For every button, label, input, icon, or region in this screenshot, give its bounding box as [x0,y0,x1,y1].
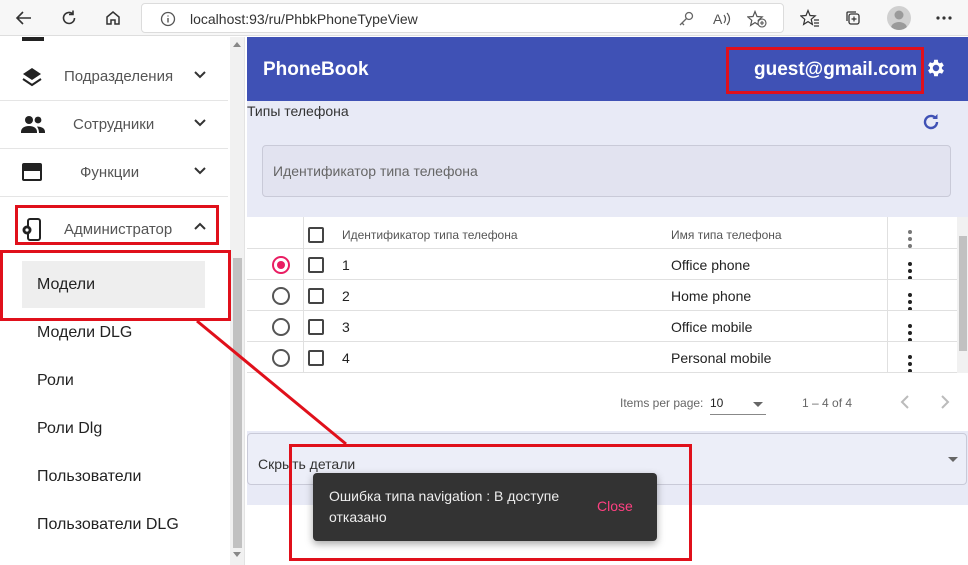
annotation-arrow-line [196,319,347,446]
